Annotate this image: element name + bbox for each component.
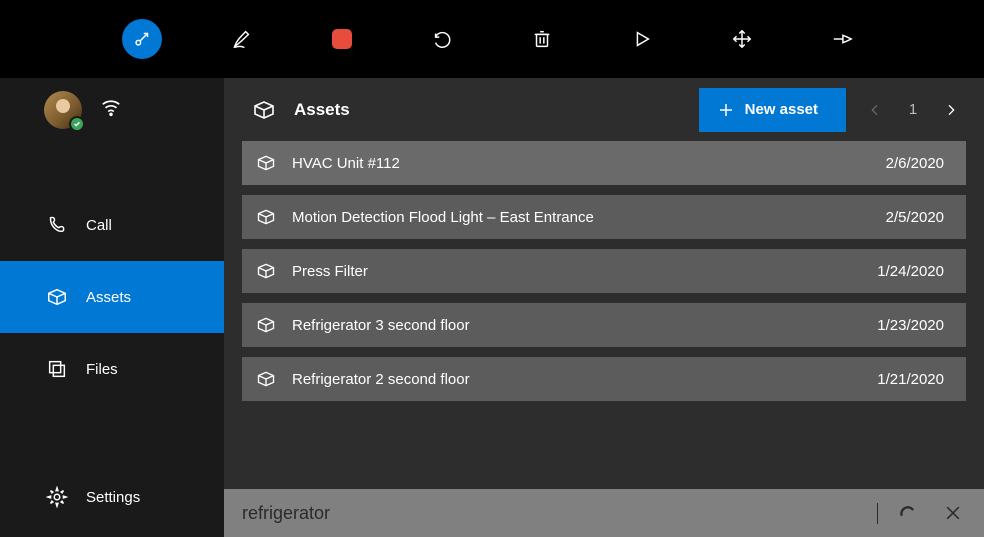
new-asset-label: New asset — [745, 101, 818, 118]
pager-prev-button[interactable] — [860, 88, 890, 132]
asset-row[interactable]: Refrigerator 2 second floor 1/21/2020 — [242, 357, 966, 401]
presence-available-icon — [69, 116, 85, 132]
sidebar-item-label: Assets — [86, 289, 131, 306]
asset-name: Refrigerator 3 second floor — [292, 317, 861, 334]
files-icon — [46, 358, 68, 380]
box-icon — [256, 369, 276, 389]
asset-date: 1/21/2020 — [877, 371, 944, 388]
avatar[interactable] — [44, 91, 82, 129]
asset-list: HVAC Unit #112 2/6/2020 Motion Detection… — [224, 141, 984, 401]
pager: 1 — [860, 88, 966, 132]
pager-page: 1 — [898, 101, 928, 118]
asset-name: HVAC Unit #112 — [292, 155, 870, 172]
delete-tool[interactable] — [522, 19, 562, 59]
asset-name: Refrigerator 2 second floor — [292, 371, 861, 388]
move-tool[interactable] — [722, 19, 762, 59]
box-icon — [256, 315, 276, 335]
box-icon — [256, 207, 276, 227]
asset-row[interactable]: Press Filter 1/24/2020 — [242, 249, 966, 293]
sidebar-item-call[interactable]: Call — [0, 189, 224, 261]
pager-next-button[interactable] — [936, 88, 966, 132]
sidebar-item-label: Settings — [86, 489, 140, 506]
asset-date: 2/5/2020 — [886, 209, 944, 226]
asset-date: 1/24/2020 — [877, 263, 944, 280]
box-icon — [252, 98, 276, 122]
asset-date: 1/23/2020 — [877, 317, 944, 334]
asset-row[interactable]: Motion Detection Flood Light – East Entr… — [242, 195, 966, 239]
search-bar — [224, 489, 984, 537]
asset-date: 2/6/2020 — [886, 155, 944, 172]
box-icon — [256, 153, 276, 173]
sidebar-item-label: Files — [86, 361, 118, 378]
asset-name: Motion Detection Flood Light – East Entr… — [292, 209, 870, 226]
sidebar-item-files[interactable]: Files — [0, 333, 224, 405]
sidebar-item-settings[interactable]: Settings — [0, 461, 224, 533]
asset-row[interactable]: Refrigerator 3 second floor 1/23/2020 — [242, 303, 966, 347]
page-title: Assets — [294, 100, 350, 120]
sidebar-item-label: Call — [86, 217, 112, 234]
pin-tool[interactable] — [822, 19, 862, 59]
undo-tool[interactable] — [422, 19, 462, 59]
sidebar-nav: Call Assets Files Settings — [0, 189, 224, 533]
new-asset-button[interactable]: New asset — [699, 88, 846, 132]
record-tool[interactable] — [322, 19, 362, 59]
chevron-right-icon — [943, 102, 959, 118]
content-header: Assets New asset 1 — [224, 78, 984, 141]
pen-tool[interactable] — [222, 19, 262, 59]
box-icon — [256, 261, 276, 281]
asset-row[interactable]: HVAC Unit #112 2/6/2020 — [242, 141, 966, 185]
gear-icon — [46, 486, 68, 508]
chevron-left-icon — [867, 102, 883, 118]
clear-search-button[interactable] — [936, 496, 970, 530]
search-input[interactable] — [242, 503, 878, 524]
record-icon — [332, 29, 352, 49]
box-icon — [46, 286, 68, 308]
sidebar-item-assets[interactable]: Assets — [0, 261, 224, 333]
wifi-icon — [100, 96, 122, 123]
top-toolbar — [0, 0, 984, 78]
plus-icon — [717, 101, 735, 119]
asset-name: Press Filter — [292, 263, 861, 280]
content-panel: Assets New asset 1 HVAC Unit #112 2/6/2 — [224, 78, 984, 537]
close-icon — [943, 503, 963, 523]
search-loading-icon — [890, 496, 924, 530]
play-tool[interactable] — [622, 19, 662, 59]
profile-row — [0, 78, 224, 141]
ink-enter-tool[interactable] — [122, 19, 162, 59]
sidebar: Call Assets Files Settings — [0, 78, 224, 537]
phone-icon — [46, 214, 68, 236]
